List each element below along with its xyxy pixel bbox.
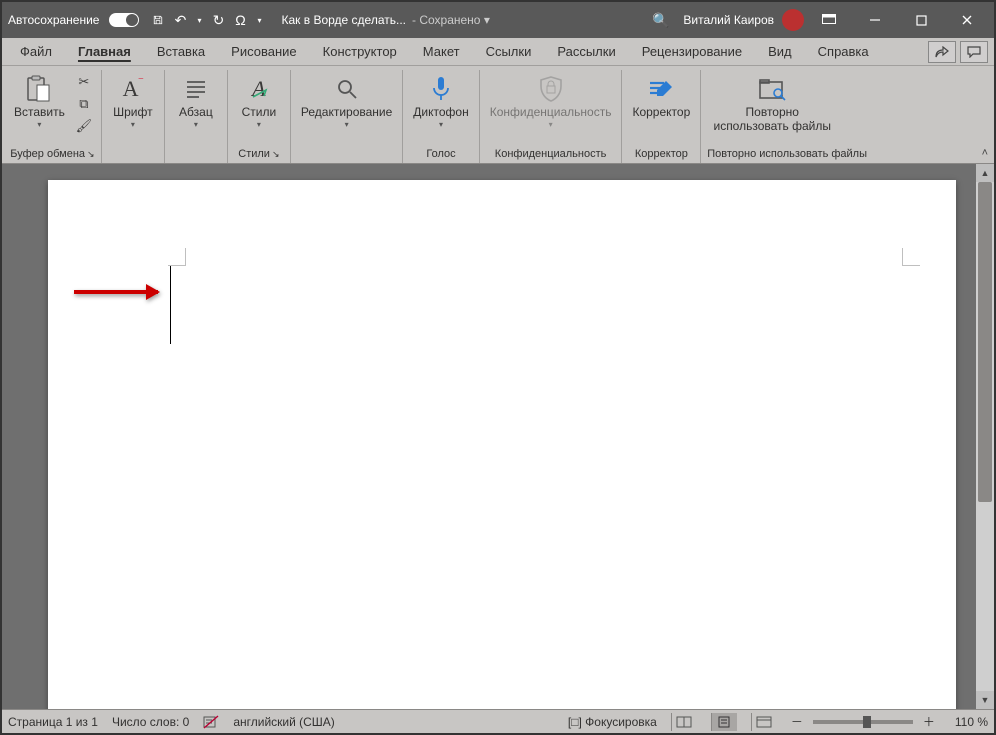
tab-view[interactable]: Вид bbox=[756, 38, 804, 65]
tab-references[interactable]: Ссылки bbox=[474, 38, 544, 65]
view-web-icon[interactable] bbox=[751, 713, 777, 731]
share-button[interactable] bbox=[928, 41, 956, 63]
styles-icon: A bbox=[244, 74, 274, 104]
reuse-files-icon bbox=[757, 74, 787, 104]
brush-icon: 🖌 bbox=[76, 118, 93, 134]
symbol-icon[interactable]: Ω bbox=[232, 11, 250, 29]
tab-review[interactable]: Рецензирование bbox=[630, 38, 754, 65]
close-button[interactable] bbox=[946, 5, 988, 35]
minimize-button[interactable] bbox=[854, 5, 896, 35]
chevron-down-icon: ▾ bbox=[439, 120, 443, 129]
tab-draw[interactable]: Рисование bbox=[219, 38, 308, 65]
user-avatar-icon[interactable] bbox=[782, 9, 804, 31]
title-bar: Автосохранение ↶ ▾ ↻ Ω ▾ Как в Ворде сде… bbox=[2, 2, 994, 38]
user-name: Виталий Каиров bbox=[683, 13, 774, 27]
comments-button[interactable] bbox=[960, 41, 988, 63]
microphone-icon bbox=[426, 74, 456, 104]
tab-help[interactable]: Справка bbox=[806, 38, 881, 65]
tab-home[interactable]: Главная bbox=[66, 38, 143, 65]
annotation-arrow-icon bbox=[74, 290, 158, 294]
undo-icon[interactable]: ↶ bbox=[171, 11, 189, 29]
document-area: ▲ ▼ bbox=[2, 164, 994, 709]
tab-file[interactable]: Файл bbox=[8, 38, 64, 65]
group-clipboard: Вставить ▾ ✂ ⧉ 🖌 Буфер обмена↘ bbox=[4, 70, 102, 163]
focus-mode-button[interactable]: [□] Фокусировка bbox=[568, 715, 657, 729]
word-count[interactable]: Число слов: 0 bbox=[112, 715, 189, 729]
group-voice: Диктофон ▾ Голос bbox=[403, 70, 479, 163]
save-icon[interactable] bbox=[149, 11, 167, 29]
scroll-up-icon[interactable]: ▲ bbox=[976, 164, 994, 182]
language-indicator[interactable]: английский (США) bbox=[233, 715, 334, 729]
vertical-scrollbar[interactable]: ▲ ▼ bbox=[976, 164, 994, 709]
scroll-thumb[interactable] bbox=[978, 182, 992, 502]
page-indicator[interactable]: Страница 1 из 1 bbox=[8, 715, 98, 729]
proofing-icon[interactable] bbox=[203, 715, 219, 729]
ribbon-tabs: Файл Главная Вставка Рисование Конструкт… bbox=[2, 38, 994, 66]
zoom-out-button[interactable]: － bbox=[791, 713, 803, 730]
group-styles: A Стили ▾ Стили↘ bbox=[228, 70, 291, 163]
collapse-ribbon-icon[interactable]: ˄ bbox=[982, 147, 988, 159]
paragraph-button[interactable]: Абзац ▾ bbox=[171, 72, 221, 131]
format-painter-button[interactable]: 🖌 bbox=[73, 116, 95, 136]
chevron-down-icon: ▾ bbox=[345, 120, 349, 129]
margin-corner-tr bbox=[902, 248, 920, 266]
text-cursor bbox=[170, 266, 171, 344]
margin-corner-tl bbox=[168, 248, 186, 266]
qat-dropdown[interactable]: ▾ bbox=[254, 14, 266, 27]
sensitivity-button[interactable]: Конфиденциальность ▾ bbox=[486, 72, 616, 131]
tab-mailings[interactable]: Рассылки bbox=[545, 38, 627, 65]
document-page[interactable] bbox=[48, 180, 956, 709]
editor-button[interactable]: Корректор bbox=[628, 72, 694, 122]
document-title: Как в Ворде сделать... bbox=[282, 13, 406, 27]
zoom-in-button[interactable]: ＋ bbox=[923, 713, 935, 730]
copy-icon: ⧉ bbox=[79, 96, 88, 112]
reuse-files-button[interactable]: Повторноиспользовать файлы bbox=[707, 72, 837, 136]
styles-launcher[interactable]: ↘ bbox=[272, 149, 280, 159]
group-editor: Корректор Корректор bbox=[622, 70, 701, 163]
chevron-down-icon: ▾ bbox=[37, 120, 41, 129]
editor-icon bbox=[646, 74, 676, 104]
search-icon[interactable]: 🔍 bbox=[652, 12, 669, 29]
tab-design[interactable]: Конструктор bbox=[311, 38, 409, 65]
view-print-icon[interactable] bbox=[711, 713, 737, 731]
paragraph-icon bbox=[181, 74, 211, 104]
undo-dropdown[interactable]: ▾ bbox=[193, 14, 205, 27]
group-font: A_ Шрифт ▾ bbox=[102, 70, 165, 163]
cut-button[interactable]: ✂ bbox=[73, 72, 95, 92]
paste-icon bbox=[24, 74, 54, 104]
editing-button[interactable]: Редактирование ▾ bbox=[297, 72, 396, 131]
font-button[interactable]: A_ Шрифт ▾ bbox=[108, 72, 158, 131]
copy-button[interactable]: ⧉ bbox=[73, 94, 95, 114]
saved-status: - Сохранено ▾ bbox=[412, 13, 490, 27]
zoom-level[interactable]: 110 % bbox=[955, 715, 988, 729]
maximize-button[interactable] bbox=[900, 5, 942, 35]
view-read-icon[interactable] bbox=[671, 713, 697, 731]
tab-layout[interactable]: Макет bbox=[411, 38, 472, 65]
zoom-slider[interactable] bbox=[813, 720, 913, 724]
redo-icon[interactable]: ↻ bbox=[210, 11, 228, 29]
clipboard-launcher[interactable]: ↘ bbox=[87, 149, 95, 159]
dictate-button[interactable]: Диктофон ▾ bbox=[409, 72, 472, 131]
group-reuse-files: Повторноиспользовать файлы Повторно испо… bbox=[701, 70, 873, 163]
search-icon bbox=[332, 74, 362, 104]
autosave-toggle[interactable] bbox=[109, 13, 139, 27]
scroll-down-icon[interactable]: ▼ bbox=[976, 691, 994, 709]
cut-icon: ✂ bbox=[78, 74, 89, 90]
ribbon-display-icon[interactable] bbox=[808, 5, 850, 35]
status-bar: Страница 1 из 1 Число слов: 0 английский… bbox=[2, 709, 994, 733]
autosave-label: Автосохранение bbox=[8, 13, 99, 27]
shield-icon bbox=[536, 74, 566, 104]
ribbon: Вставить ▾ ✂ ⧉ 🖌 Буфер обмена↘ A_ Шрифт … bbox=[2, 66, 994, 164]
group-sensitivity: Конфиденциальность ▾ Конфиденциальность bbox=[480, 70, 623, 163]
tab-insert[interactable]: Вставка bbox=[145, 38, 217, 65]
chevron-down-icon: ▾ bbox=[194, 120, 198, 129]
chevron-down-icon: ▾ bbox=[549, 120, 553, 129]
font-icon: A_ bbox=[118, 74, 148, 104]
chevron-down-icon: ▾ bbox=[257, 120, 261, 129]
group-editing: Редактирование ▾ bbox=[291, 70, 403, 163]
chevron-down-icon: ▾ bbox=[131, 120, 135, 129]
group-paragraph: Абзац ▾ bbox=[165, 70, 228, 163]
styles-button[interactable]: A Стили ▾ bbox=[234, 72, 284, 131]
paste-button[interactable]: Вставить ▾ bbox=[10, 72, 69, 131]
